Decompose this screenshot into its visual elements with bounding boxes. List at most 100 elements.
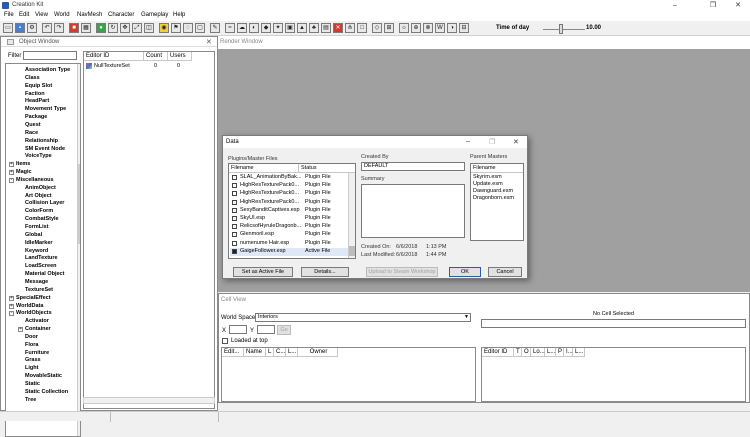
expand-icon[interactable]: +	[9, 170, 14, 176]
expand-icon[interactable]: +	[18, 327, 23, 333]
toggle-objects-icon[interactable]: ▤	[321, 23, 331, 33]
stop-icon[interactable]: ■	[69, 23, 79, 33]
cell-column-l[interactable]: L	[266, 348, 274, 357]
tree-item[interactable]: Light	[25, 365, 38, 371]
dialog-close-button[interactable]: ✕	[513, 138, 519, 146]
maximize-button[interactable]: ❐	[703, 1, 723, 10]
table-row[interactable]: GaigeFollower.esp Active File	[230, 247, 350, 256]
tree-item[interactable]: Furniture	[25, 350, 49, 356]
tree-item[interactable]: Flora	[25, 342, 38, 348]
tree-item[interactable]: WorldObjects	[16, 310, 52, 316]
toggle-occlusion-icon[interactable]: □	[357, 23, 367, 33]
cancel-button[interactable]: Cancel	[488, 267, 522, 277]
column-users[interactable]: Users	[168, 52, 192, 61]
object-column-lo[interactable]: Lo...	[531, 348, 545, 357]
table-row[interactable]: SexyBanditCaptives.esp Plugin File	[230, 207, 350, 215]
dialog-maximize-button[interactable]: ❐	[489, 138, 495, 146]
weather-icon[interactable]: W	[435, 23, 445, 33]
cell-object-list[interactable]: Editor ID T O Lo... L... P I... L...	[481, 347, 746, 402]
tree-item[interactable]: Grass	[25, 357, 41, 363]
object-list[interactable]: Editor ID Count Users NullTextureSet 0 0	[83, 51, 215, 409]
menu-character[interactable]: Character	[108, 12, 134, 18]
rotate-icon[interactable]: ↻	[108, 23, 118, 33]
plugin-checkbox[interactable]	[232, 232, 237, 238]
plugin-column-status[interactable]: Status	[299, 164, 355, 173]
plugin-checkbox[interactable]	[232, 216, 237, 221]
globe-icon[interactable]: ●	[96, 23, 106, 33]
tree-item[interactable]: Collision Layer	[25, 200, 64, 206]
table-row[interactable]: SkyUI.esp Plugin File	[230, 215, 350, 223]
menu-edit[interactable]: Edit	[19, 12, 29, 18]
wireframe-icon[interactable]: ⊞	[384, 23, 394, 33]
plugin-column-filename[interactable]: Filename	[229, 164, 299, 173]
toggle-landscape-icon[interactable]: ▲	[297, 23, 307, 33]
tree-item[interactable]: Relationship	[25, 138, 58, 144]
x-coordinate-input[interactable]	[229, 325, 247, 334]
tree-item[interactable]: Container	[25, 326, 51, 332]
filter-input[interactable]	[23, 51, 77, 60]
time-of-day-slider-thumb[interactable]	[558, 24, 563, 34]
tree-item[interactable]: Items	[16, 161, 30, 167]
loaded-at-top-checkbox[interactable]	[222, 338, 228, 344]
list-item[interactable]: Dawnguard.esm	[473, 188, 513, 194]
cell-column-editor-id[interactable]: Edit...	[222, 348, 244, 357]
tree-item[interactable]: CombatStyle	[25, 216, 59, 222]
speech-icon[interactable]: ▢	[195, 23, 205, 33]
object-window-close-icon[interactable]: ✕	[206, 38, 212, 46]
camera-icon[interactable]: ◫	[144, 23, 154, 33]
plugin-checkbox[interactable]	[232, 224, 237, 230]
parent-masters-column-filename[interactable]: Filename	[471, 164, 523, 173]
tree-item[interactable]: ColorForm	[25, 208, 53, 214]
cell-column-location[interactable]: L...	[286, 348, 298, 357]
cell-column-c[interactable]: C...	[274, 348, 286, 357]
world-space-select[interactable]: Interiors ▼	[255, 313, 471, 322]
object-column-p[interactable]: P	[556, 348, 564, 357]
undo-icon[interactable]: ↶	[42, 23, 52, 33]
table-row[interactable]: numenume Hair.esp Plugin File	[230, 240, 350, 248]
menu-view[interactable]: View	[35, 12, 48, 18]
tree-item[interactable]: Message	[25, 279, 48, 285]
tree-item[interactable]: Tree	[25, 397, 36, 403]
tree-item[interactable]: Movement Type	[25, 106, 66, 112]
table-row[interactable]: Glenmoril.esp Plugin File	[230, 231, 350, 239]
collapse-icon[interactable]: -	[9, 177, 14, 183]
expand-icon[interactable]: +	[9, 295, 14, 301]
tree-item[interactable]: Faction	[25, 91, 45, 97]
created-by-field[interactable]: DEFAULT	[361, 162, 465, 171]
toggle-grass-icon[interactable]: ⋔	[345, 23, 355, 33]
summary-textarea[interactable]	[361, 184, 465, 238]
redo-icon[interactable]: ↷	[54, 23, 64, 33]
tree-item[interactable]: Material Object	[25, 271, 64, 277]
plugin-checkbox[interactable]	[232, 199, 237, 205]
set-active-file-button[interactable]: Set as Active File	[233, 267, 293, 277]
table-row[interactable]: HighResTexturePack0... Plugin File	[230, 182, 350, 190]
tree-item[interactable]: Activator	[25, 318, 49, 324]
light-bulb-icon[interactable]: ◉	[159, 23, 169, 33]
scale-icon[interactable]: ⤢	[132, 23, 142, 33]
upload-steam-workshop-button[interactable]: Upload to Steam Workshop	[366, 267, 438, 277]
object-column-editor-id[interactable]: Editor ID	[482, 348, 514, 357]
tree-item[interactable]: SM Event Node	[25, 146, 65, 152]
tree-item[interactable]: Global	[25, 232, 42, 238]
tree-item[interactable]: Static	[25, 381, 40, 387]
table-row[interactable]: HighResTexturePack0... Plugin File	[230, 199, 350, 207]
collapse-icon[interactable]: -	[9, 311, 14, 317]
render-mode-icon[interactable]: ◑	[447, 23, 457, 33]
tree-item[interactable]: Magic	[16, 169, 32, 175]
plugin-checkbox[interactable]	[232, 207, 237, 213]
y-coordinate-input[interactable]	[257, 325, 275, 334]
plugin-checkbox[interactable]	[232, 248, 237, 254]
toggle-lights-icon[interactable]: ✦	[273, 23, 283, 33]
time-of-day-slider[interactable]	[543, 29, 585, 30]
navmesh-icon[interactable]: ◇	[372, 23, 382, 33]
tree-scrollbar[interactable]	[77, 64, 80, 436]
tree-scrollbar-thumb[interactable]	[78, 164, 80, 244]
tree-item[interactable]: FormList	[25, 224, 49, 230]
tree-item[interactable]: Package	[25, 114, 47, 120]
cell-column-name[interactable]: Name	[244, 348, 266, 357]
tree-item[interactable]: MovableStatic	[25, 373, 62, 379]
zoom-icon[interactable]: ⊕	[411, 23, 421, 33]
column-count[interactable]: Count	[144, 52, 168, 61]
tree-item[interactable]: Association Type	[25, 67, 70, 73]
tree-item[interactable]: WorldData	[16, 303, 43, 309]
